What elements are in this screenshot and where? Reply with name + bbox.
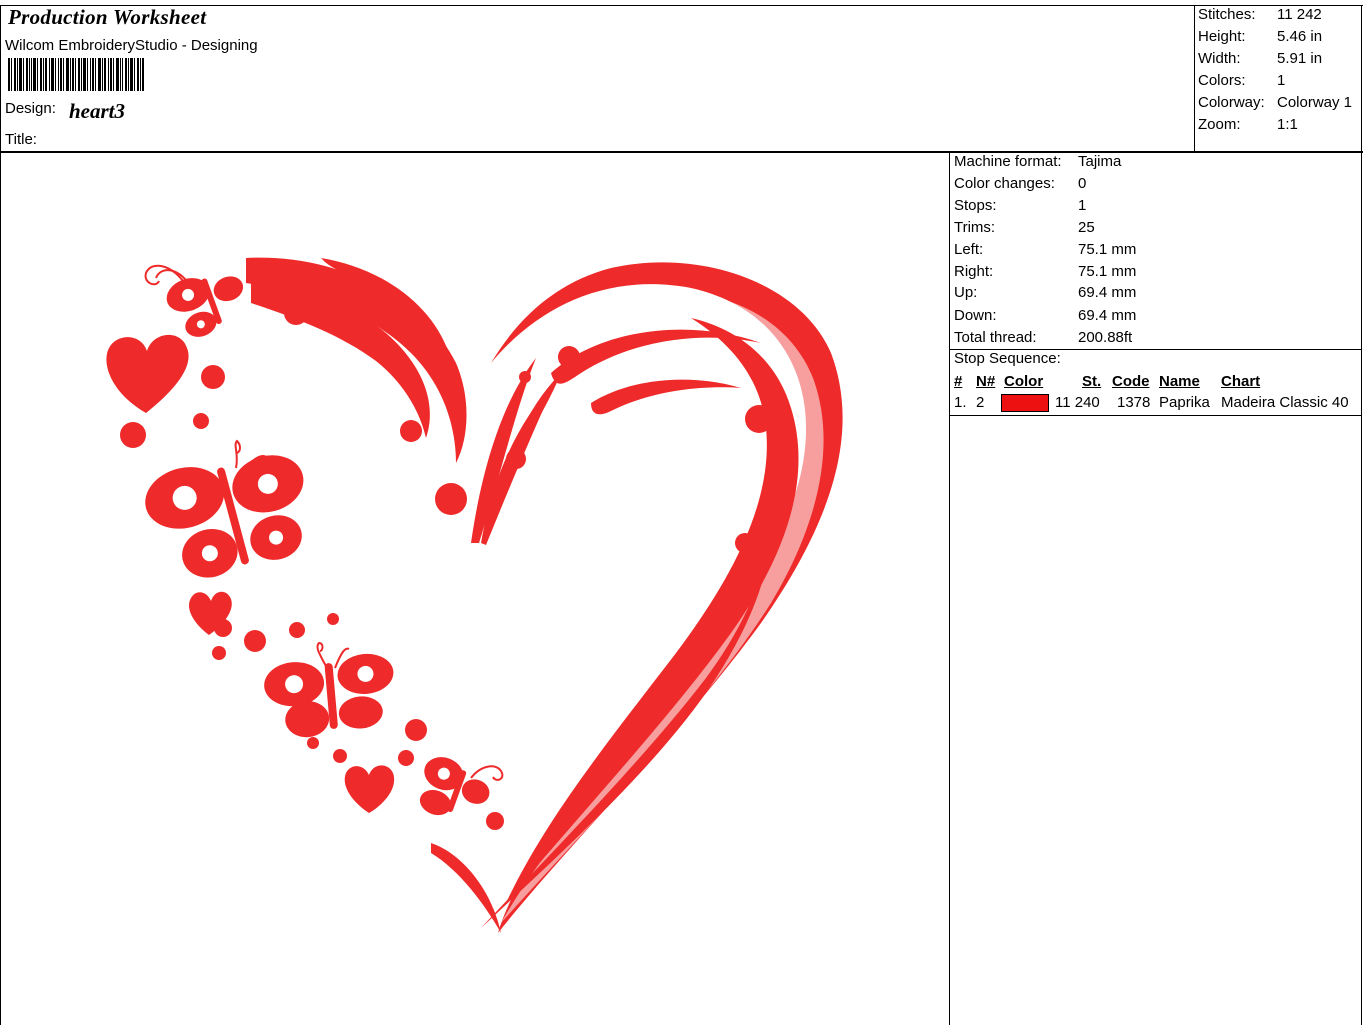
dot: [745, 405, 773, 433]
dot: [398, 750, 414, 766]
app-name: Wilcom EmbroideryStudio - Designing: [5, 37, 258, 54]
summary-value: 5.46 in: [1277, 28, 1323, 45]
stop-seq-bottom: [949, 415, 1362, 416]
summary-value: 11 242: [1277, 6, 1322, 23]
butterfly: [419, 757, 490, 816]
machine-info-label: Left:: [954, 241, 984, 258]
col-header-stitches: St.: [1082, 373, 1102, 390]
summary-label: Colors:: [1198, 72, 1246, 89]
title-label: Title:: [5, 131, 37, 148]
machine-info-label: Stops:: [954, 197, 997, 214]
col-header-code: Code: [1112, 373, 1150, 390]
machine-info-label: Right:: [954, 263, 994, 280]
heart-stroke: [591, 379, 741, 415]
machine-info-value: Tajima: [1078, 153, 1122, 170]
machine-info-value: 69.4 mm: [1078, 307, 1137, 324]
worksheet-title: Production Worksheet: [8, 5, 207, 29]
machine-info-value: 200.88ft: [1078, 329, 1133, 346]
heart-stroke: [431, 843, 501, 933]
dot: [519, 371, 531, 383]
butterfly-antenna: [234, 439, 241, 469]
col-header-chart: Chart: [1221, 373, 1261, 390]
summary-label: Stitches:: [1198, 6, 1256, 23]
machine-info-value: 69.4 mm: [1078, 284, 1137, 301]
dot: [284, 301, 308, 325]
color-swatch: [1001, 394, 1049, 412]
machine-info-value: 75.1 mm: [1078, 241, 1137, 258]
dot: [486, 812, 504, 830]
machine-info-label: Total thread:: [954, 329, 1037, 346]
heart-stroke: [471, 358, 536, 543]
machine-info-label: Color changes:: [954, 175, 1055, 192]
summary-label: Height:: [1198, 28, 1246, 45]
dot: [120, 422, 146, 448]
dot: [244, 630, 266, 652]
summary-divider: [1194, 5, 1195, 152]
info-divider: [949, 152, 950, 1025]
dot: [289, 622, 305, 638]
small-heart: [106, 334, 189, 413]
row-stitches: 11 240: [1055, 394, 1100, 411]
stop-sequence-title: Stop Sequence:: [954, 350, 1061, 367]
summary-label: Zoom:: [1198, 116, 1241, 133]
row-chart: Madeira Classic 40: [1221, 394, 1349, 411]
summary-value: 1: [1277, 72, 1286, 89]
barcode: [8, 58, 144, 91]
machine-info-label: Up:: [954, 284, 978, 301]
dot: [327, 613, 339, 625]
col-header-color: Color: [1004, 373, 1044, 390]
machine-info-value: 75.1 mm: [1078, 263, 1137, 280]
dot: [735, 533, 755, 553]
design-name: heart3: [69, 99, 126, 123]
machine-info-label: Trims:: [954, 219, 996, 236]
dot: [193, 413, 209, 429]
dot: [307, 737, 319, 749]
design-label: Design:: [5, 100, 56, 117]
machine-info-value: 25: [1078, 219, 1095, 236]
machine-info-value: 1: [1078, 197, 1087, 214]
butterfly: [264, 653, 394, 738]
col-header-needle: N#: [976, 373, 996, 390]
butterfly: [145, 455, 304, 578]
summary-value: 5.91 in: [1277, 50, 1323, 67]
heart-stroke: [551, 329, 761, 384]
row-needle: 2: [976, 394, 985, 411]
col-header-name: Name: [1159, 373, 1200, 390]
row-name: Paprika: [1159, 394, 1210, 411]
summary-value: Colorway 1: [1277, 94, 1353, 111]
frame-right: [1361, 5, 1362, 1025]
butterfly-antenna: [316, 641, 328, 669]
machine-info-label: Machine format:: [954, 153, 1062, 170]
dot: [201, 365, 225, 389]
summary-label: Colorway:: [1198, 94, 1265, 111]
summary-value: 1:1: [1277, 116, 1298, 133]
machine-info-label: Down:: [954, 307, 997, 324]
dot: [558, 346, 580, 368]
dot: [333, 749, 347, 763]
row-num: 1.: [954, 394, 967, 411]
dot: [405, 719, 427, 741]
summary-label: Width:: [1198, 50, 1241, 67]
butterfly-antenna: [470, 765, 504, 781]
heart-stroke: [481, 473, 774, 928]
dot: [506, 449, 526, 469]
dot: [435, 483, 467, 515]
small-heart: [344, 765, 395, 813]
row-code: 1378: [1117, 394, 1151, 411]
dot: [212, 646, 226, 660]
dot: [400, 420, 422, 442]
col-header-num: #: [954, 373, 963, 390]
machine-info-value: 0: [1078, 175, 1087, 192]
design-preview: [106, 257, 843, 934]
